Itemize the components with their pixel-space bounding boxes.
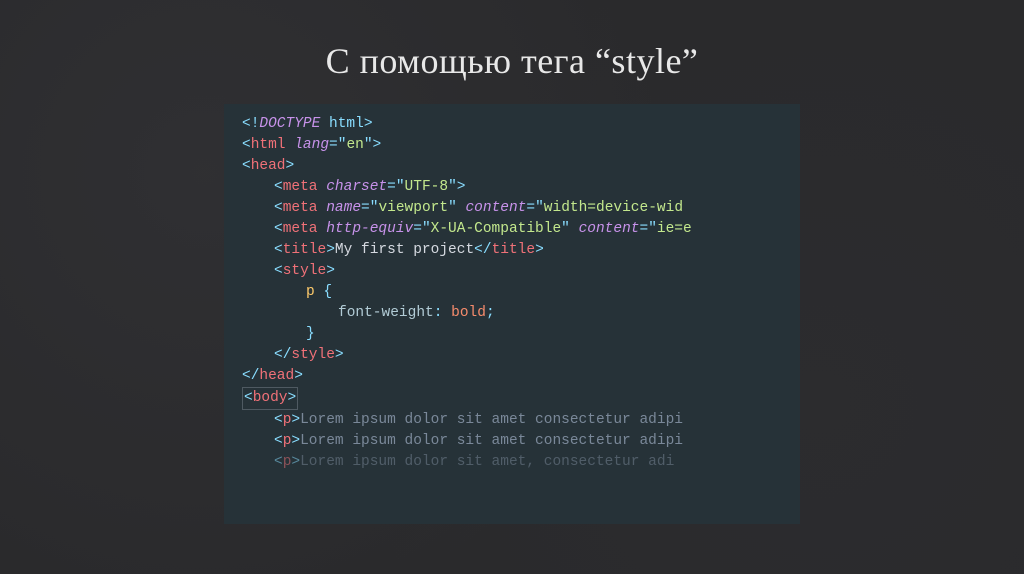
- code-token: ;: [486, 305, 495, 321]
- code-token: My first project: [335, 242, 474, 258]
- code-token: =: [361, 200, 370, 216]
- code-token: <: [274, 221, 283, 237]
- code-token: >: [286, 158, 295, 174]
- code-token: >: [291, 454, 300, 470]
- code-token: <: [244, 390, 253, 406]
- code-line: </head>: [242, 366, 800, 387]
- code-token: html: [251, 137, 286, 153]
- code-token: style: [283, 263, 327, 279]
- code-token: <!: [242, 116, 259, 132]
- code-line: p {: [242, 282, 800, 303]
- code-token: Lorem ipsum dolor sit amet consectetur a…: [300, 433, 683, 449]
- code-line: font-weight: bold;: [242, 303, 800, 324]
- code-token: en: [346, 137, 363, 153]
- code-line: }: [242, 324, 800, 345]
- code-token: <: [274, 412, 283, 428]
- code-token: head: [259, 368, 294, 384]
- code-token: </: [474, 242, 491, 258]
- code-token: Lorem ipsum dolor sit amet, consectetur …: [300, 454, 674, 470]
- code-token: font-weight: [338, 305, 434, 321]
- code-token: ie=e: [657, 221, 692, 237]
- code-line: <style>: [242, 261, 800, 282]
- code-token: =: [526, 200, 535, 216]
- code-token: ": [648, 221, 657, 237]
- code-token: <: [274, 179, 283, 195]
- code-token: meta: [283, 221, 318, 237]
- code-token: body: [253, 390, 288, 406]
- code-token: lang: [294, 137, 329, 153]
- code-token: {: [315, 284, 332, 300]
- code-token: meta: [283, 200, 318, 216]
- code-token: name: [326, 200, 361, 216]
- code-token: bold: [451, 305, 486, 321]
- code-token: width=device-wid: [544, 200, 683, 216]
- code-token: }: [306, 326, 315, 342]
- code-line: <html lang="en">: [242, 135, 800, 156]
- code-token: >: [364, 116, 373, 132]
- code-token: ": [561, 221, 570, 237]
- code-token: >: [291, 412, 300, 428]
- code-token: content: [579, 221, 640, 237]
- code-token: html: [320, 116, 364, 132]
- code-token: >: [335, 347, 344, 363]
- code-token: >: [291, 433, 300, 449]
- code-token: title: [492, 242, 536, 258]
- code-line: <title>My first project</title>: [242, 240, 800, 261]
- code-token: ": [448, 200, 457, 216]
- code-token: p: [306, 284, 315, 300]
- code-token: >: [535, 242, 544, 258]
- code-token: title: [283, 242, 327, 258]
- code-line: <!DOCTYPE html>: [242, 114, 800, 135]
- code-token: viewport: [378, 200, 448, 216]
- code-token: <: [274, 242, 283, 258]
- code-token: Lorem ipsum dolor sit amet consectetur a…: [300, 412, 683, 428]
- code-line: <p>Lorem ipsum dolor sit amet consectetu…: [242, 410, 800, 431]
- code-editor: <!DOCTYPE html> <html lang="en"> <head> …: [224, 104, 800, 524]
- code-token: <: [242, 137, 251, 153]
- code-token: style: [291, 347, 335, 363]
- code-line: <meta charset="UTF-8">: [242, 177, 800, 198]
- code-token: <: [274, 263, 283, 279]
- code-line: <p>Lorem ipsum dolor sit amet, consectet…: [242, 452, 800, 473]
- code-token: ": [396, 179, 405, 195]
- code-token: <: [242, 158, 251, 174]
- code-token: UTF-8: [405, 179, 449, 195]
- code-line: <body>: [242, 387, 800, 410]
- code-token: </: [242, 368, 259, 384]
- code-line: <meta http-equiv="X-UA-Compatible" conte…: [242, 219, 800, 240]
- code-token: =: [413, 221, 422, 237]
- code-token: ": [448, 179, 457, 195]
- code-token: X-UA-Compatible: [431, 221, 562, 237]
- code-token: head: [251, 158, 286, 174]
- code-token: >: [294, 368, 303, 384]
- code-line: <p>Lorem ipsum dolor sit amet consectetu…: [242, 431, 800, 452]
- code-token: charset: [326, 179, 387, 195]
- code-token: meta: [283, 179, 318, 195]
- code-token: ": [535, 200, 544, 216]
- code-token: >: [326, 263, 335, 279]
- code-token: content: [465, 200, 526, 216]
- code-token: >: [288, 390, 297, 406]
- selection-box: <body>: [242, 387, 298, 410]
- code-line: </style>: [242, 345, 800, 366]
- code-line: <head>: [242, 156, 800, 177]
- code-token: http-equiv: [326, 221, 413, 237]
- code-token: ": [364, 137, 373, 153]
- code-token: <: [274, 433, 283, 449]
- code-line: <meta name="viewport" content="width=dev…: [242, 198, 800, 219]
- code-token: DOCTYPE: [259, 116, 320, 132]
- code-token: <: [274, 200, 283, 216]
- code-token: =: [387, 179, 396, 195]
- code-token: <: [274, 454, 283, 470]
- code-token: </: [274, 347, 291, 363]
- code-token: >: [457, 179, 466, 195]
- code-token: =: [329, 137, 338, 153]
- code-token: >: [373, 137, 382, 153]
- code-token: :: [434, 305, 451, 321]
- code-token: =: [640, 221, 649, 237]
- code-token: ": [422, 221, 431, 237]
- slide-title: С помощью тега “style”: [326, 40, 699, 82]
- code-token: >: [326, 242, 335, 258]
